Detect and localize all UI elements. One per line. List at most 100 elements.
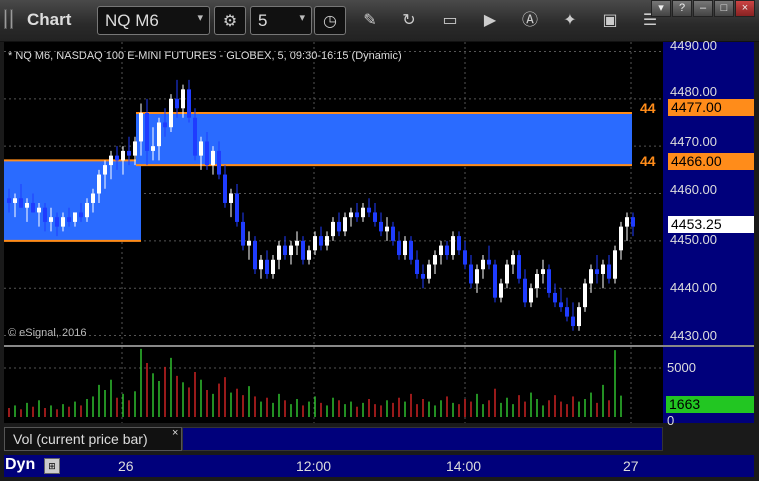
price-tick: 4490.00 xyxy=(670,38,717,53)
volume-legend[interactable]: Vol (current price bar) xyxy=(4,427,182,451)
candle-body xyxy=(385,226,389,232)
candle-body xyxy=(25,202,29,208)
candle-body xyxy=(511,255,515,265)
candle-body xyxy=(181,89,185,109)
draw-button[interactable]: ✎ xyxy=(354,6,386,35)
candle-body xyxy=(271,259,275,274)
play-icon: ▶ xyxy=(483,12,497,29)
price-tick: 4480.00 xyxy=(670,84,717,99)
time-tick: 27 xyxy=(623,458,639,474)
window-icon: ▣ xyxy=(602,12,618,29)
chevron-down-icon: ▾ xyxy=(197,12,203,24)
candle-body xyxy=(397,240,401,256)
candle-body xyxy=(595,269,599,274)
candle-body xyxy=(127,150,131,156)
candle-body xyxy=(193,117,197,156)
candle-body xyxy=(541,269,545,274)
price-tick: 4470.00 xyxy=(670,134,717,149)
volume-legend-close-icon[interactable]: × xyxy=(172,427,178,439)
candle-body xyxy=(289,245,293,256)
grip-icon[interactable] xyxy=(4,9,18,31)
maximize-icon: □ xyxy=(720,2,728,14)
help-button[interactable]: ? xyxy=(672,0,692,17)
candle-body xyxy=(607,264,611,279)
candle-body xyxy=(97,174,101,194)
price-tick: 4430.00 xyxy=(670,328,717,343)
minimize-button[interactable]: – xyxy=(693,0,713,17)
candle-body xyxy=(31,202,35,213)
candle-body xyxy=(571,316,575,327)
refresh-button[interactable]: ↻ xyxy=(393,6,425,35)
candle-body xyxy=(451,236,455,256)
candle-body xyxy=(145,113,149,151)
cursor-settings-button[interactable]: ⚙ xyxy=(214,6,246,35)
candle-body xyxy=(259,259,263,270)
pin-button[interactable]: ▾ xyxy=(651,0,671,17)
time-tick: 14:00 xyxy=(446,458,482,474)
candle-body xyxy=(241,221,245,246)
minimize-icon: – xyxy=(699,2,707,14)
candle-body xyxy=(619,226,623,251)
dynamic-label[interactable]: Dyn xyxy=(5,456,35,474)
candle-body xyxy=(295,240,299,246)
candle-body xyxy=(457,236,461,251)
candle-body xyxy=(133,141,137,156)
window-title: Chart xyxy=(27,10,72,29)
candle-body xyxy=(433,255,437,265)
quote-button[interactable]: ▭ xyxy=(434,6,466,35)
candle-body xyxy=(253,240,257,270)
pencil-icon: ✎ xyxy=(363,12,377,29)
candle-body xyxy=(139,113,143,142)
candle-body xyxy=(547,269,551,293)
candle-body xyxy=(37,207,41,213)
window-button[interactable]: ▣ xyxy=(594,6,626,35)
candle-body xyxy=(277,245,281,260)
time-axis[interactable] xyxy=(4,455,663,477)
candle-body xyxy=(481,259,485,270)
time-tick: 26 xyxy=(118,458,134,474)
maximize-button[interactable]: □ xyxy=(714,0,734,17)
play-button[interactable]: ▶ xyxy=(474,6,506,35)
candle-body xyxy=(469,264,473,284)
candle-body xyxy=(211,150,215,166)
candle-body xyxy=(529,288,533,303)
candle-body xyxy=(91,193,95,203)
candle-body xyxy=(325,236,329,246)
candle-body xyxy=(121,150,125,161)
dynamic-toggle-icon[interactable]: ⊞ xyxy=(44,458,60,474)
candle-body xyxy=(589,269,593,284)
candle-body xyxy=(55,217,59,227)
candle-body xyxy=(463,250,467,265)
candle-body xyxy=(301,240,305,260)
candle-body xyxy=(361,207,365,218)
candle-body xyxy=(343,217,347,232)
chart-area[interactable]: * NQ M6, NASDAQ 100 E-MINI FUTURES - GLO… xyxy=(0,38,759,481)
candle-body xyxy=(247,240,251,246)
series-label: * NQ M6, NASDAQ 100 E-MINI FUTURES - GLO… xyxy=(8,50,402,62)
interval-combo[interactable]: 5 ▾ xyxy=(250,6,312,35)
interval-value: 5 xyxy=(258,11,268,30)
alert-button[interactable]: Ⓐ xyxy=(514,6,546,35)
candle-body xyxy=(391,226,395,241)
candle-body xyxy=(217,150,221,175)
symbol-combo[interactable]: NQ M6 ▾ xyxy=(97,6,210,35)
tools-icon: ✦ xyxy=(563,12,577,29)
candle-body xyxy=(409,240,413,260)
candle-body xyxy=(475,269,479,284)
candle-body xyxy=(175,98,179,109)
symbol-value: NQ M6 xyxy=(105,11,159,30)
refresh-icon: ↻ xyxy=(402,12,416,29)
candle-body xyxy=(499,283,503,298)
alert-icon: Ⓐ xyxy=(521,12,538,29)
candle-body xyxy=(85,202,89,218)
last-price-badge: 4453.25 xyxy=(668,216,754,233)
tools-button[interactable]: ✦ xyxy=(554,6,586,35)
candle-body xyxy=(61,217,65,227)
time-button[interactable]: ◷ xyxy=(314,6,346,35)
candle-body xyxy=(19,198,23,208)
candle-body xyxy=(439,245,443,256)
copyright-text: © eSignal, 2016 xyxy=(8,327,87,339)
candle-body xyxy=(169,98,173,128)
close-button[interactable]: × xyxy=(735,0,755,17)
gear-icon: ⚙ xyxy=(222,13,238,30)
